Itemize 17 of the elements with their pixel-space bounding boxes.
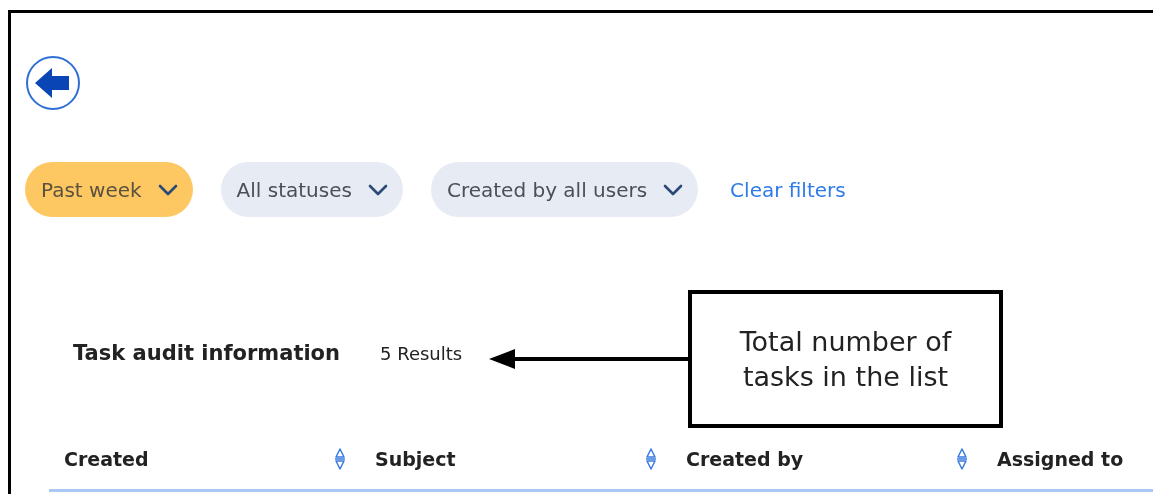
chevron-down-icon — [157, 183, 178, 196]
chevron-down-icon — [367, 183, 388, 196]
column-header[interactable]: Subject — [375, 448, 456, 470]
filter-dropdown[interactable]: All statuses — [220, 162, 403, 217]
filter-dropdown[interactable]: Created by all users — [430, 162, 699, 217]
clear-filters-link[interactable]: Clear filters — [730, 177, 846, 202]
sort-icon[interactable] — [334, 447, 346, 471]
callout-box: Total number of tasks in the list — [688, 290, 1003, 428]
sort-icon[interactable] — [956, 447, 968, 471]
result-count: 5 Results — [380, 343, 463, 364]
section-title: Task audit information — [73, 341, 340, 365]
column-header[interactable]: Created by — [686, 448, 804, 470]
filter-dropdown[interactable]: Past week — [25, 162, 193, 217]
sort-icon[interactable] — [645, 447, 657, 471]
column-header[interactable]: Created — [64, 448, 149, 470]
chevron-down-icon — [663, 183, 684, 196]
column-header[interactable]: Assigned to — [997, 448, 1124, 470]
